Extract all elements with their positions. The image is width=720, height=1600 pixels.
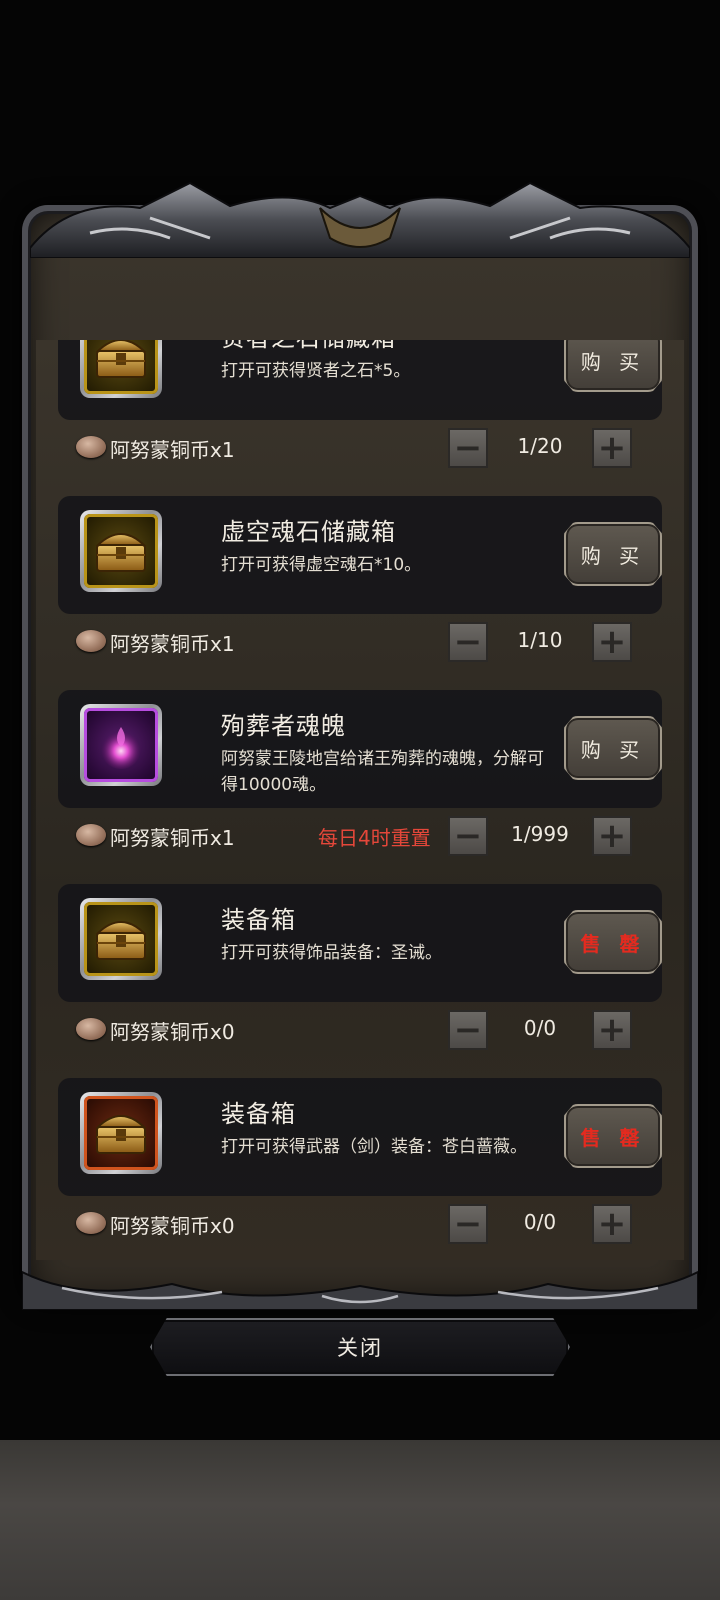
copper-coin-icon (76, 630, 106, 652)
decrease-quantity-button[interactable]: − (448, 1010, 488, 1050)
price-label: 阿努蒙铜币x0 (110, 1020, 235, 1044)
shop-item: 装备箱 打开可获得饰品装备：圣诫。 售 罄 阿努蒙铜币x0 − 0/0 + (36, 884, 684, 1078)
shop-item: 虚空魂石储藏箱 打开可获得虚空魂石*10。 购 买 阿努蒙铜币x1 − 1/10… (36, 496, 684, 690)
item-name: 虚空魂石储藏箱 (221, 518, 396, 546)
treasure-chest-icon (84, 1096, 158, 1170)
increase-quantity-button[interactable]: + (592, 428, 632, 468)
treasure-chest-icon (84, 340, 158, 394)
copper-coin-icon (76, 1018, 106, 1040)
price-label: 阿努蒙铜币x0 (110, 1214, 235, 1238)
decrease-quantity-button[interactable]: − (448, 428, 488, 468)
item-name: 装备箱 (221, 906, 296, 934)
price-label: 阿努蒙铜币x1 (110, 632, 235, 656)
item-description: 阿努蒙王陵地宫给诸王殉葬的魂魄，分解可得10000魂。 (221, 749, 544, 795)
price-row: 阿努蒙铜币x0 − 0/0 + (36, 1202, 684, 1246)
background-floor (0, 1440, 720, 1600)
item-slot[interactable] (80, 510, 162, 592)
ornate-crest-decoration (30, 181, 690, 258)
price-row: 阿努蒙铜币x1 每日4时重置 − 1/999 + (36, 814, 684, 858)
item-name: 装备箱 (221, 1100, 296, 1128)
item-description: 打开可获得虚空魂石*10。 (221, 555, 422, 575)
item-name: 贤者之石储藏箱 (221, 340, 396, 353)
shop-item-list[interactable]: 贤者之石储藏箱 打开可获得贤者之石*5。 购 买 阿努蒙铜币x1 − 1/20 … (36, 340, 684, 1260)
item-slot[interactable] (80, 898, 162, 980)
item-description: 打开可获得武器（剑）装备：苍白蔷薇。 (221, 1137, 527, 1157)
increase-quantity-button[interactable]: + (592, 622, 632, 662)
price-label: 阿努蒙铜币x1 (110, 438, 235, 462)
price-row: 阿努蒙铜币x1 − 1/10 + (36, 620, 684, 664)
decrease-quantity-button[interactable]: − (448, 1204, 488, 1244)
quantity-display: 1/20 (517, 434, 563, 458)
buy-button[interactable]: 购 买 (564, 522, 662, 586)
increase-quantity-button[interactable]: + (592, 1204, 632, 1244)
shop-item: 殉葬者魂魄 阿努蒙王陵地宫给诸王殉葬的魂魄，分解可得10000魂。 购 买 阿努… (36, 690, 684, 884)
quantity-display: 1/10 (517, 628, 563, 652)
sold-out-button[interactable]: 售 罄 (564, 1104, 662, 1168)
decrease-quantity-button[interactable]: − (448, 816, 488, 856)
price-label: 阿努蒙铜币x1 (110, 826, 235, 850)
copper-coin-icon (76, 824, 106, 846)
increase-quantity-button[interactable]: + (592, 1010, 632, 1050)
daily-reset-note: 每日4时重置 (318, 826, 431, 850)
item-slot[interactable] (80, 1092, 162, 1174)
price-row: 阿努蒙铜币x0 − 0/0 + (36, 1008, 684, 1052)
close-button[interactable]: 关闭 (150, 1318, 570, 1376)
quantity-display: 0/0 (523, 1210, 557, 1234)
shop-item: 装备箱 打开可获得武器（剑）装备：苍白蔷薇。 售 罄 阿努蒙铜币x0 − 0/0… (36, 1078, 684, 1260)
treasure-chest-icon (84, 902, 158, 976)
ornate-frame-bottom-decoration (22, 1270, 698, 1310)
increase-quantity-button[interactable]: + (592, 816, 632, 856)
treasure-chest-icon (84, 514, 158, 588)
item-slot[interactable] (80, 704, 162, 786)
copper-coin-icon (76, 436, 106, 458)
item-description: 打开可获得贤者之石*5。 (221, 361, 411, 381)
quantity-display: 1/999 (511, 822, 569, 846)
item-description: 打开可获得饰品装备：圣诫。 (221, 943, 442, 963)
buy-button[interactable]: 购 买 (564, 716, 662, 780)
soul-orb-icon (84, 708, 158, 782)
item-slot[interactable] (80, 340, 162, 398)
sold-out-button[interactable]: 售 罄 (564, 910, 662, 974)
copper-coin-icon (76, 1212, 106, 1234)
quantity-display: 0/0 (523, 1016, 557, 1040)
price-row: 阿努蒙铜币x1 − 1/20 + (36, 426, 684, 470)
shop-item: 贤者之石储藏箱 打开可获得贤者之石*5。 购 买 阿努蒙铜币x1 − 1/20 … (36, 340, 684, 496)
item-name: 殉葬者魂魄 (221, 712, 346, 740)
buy-button[interactable]: 购 买 (564, 340, 662, 392)
decrease-quantity-button[interactable]: − (448, 622, 488, 662)
